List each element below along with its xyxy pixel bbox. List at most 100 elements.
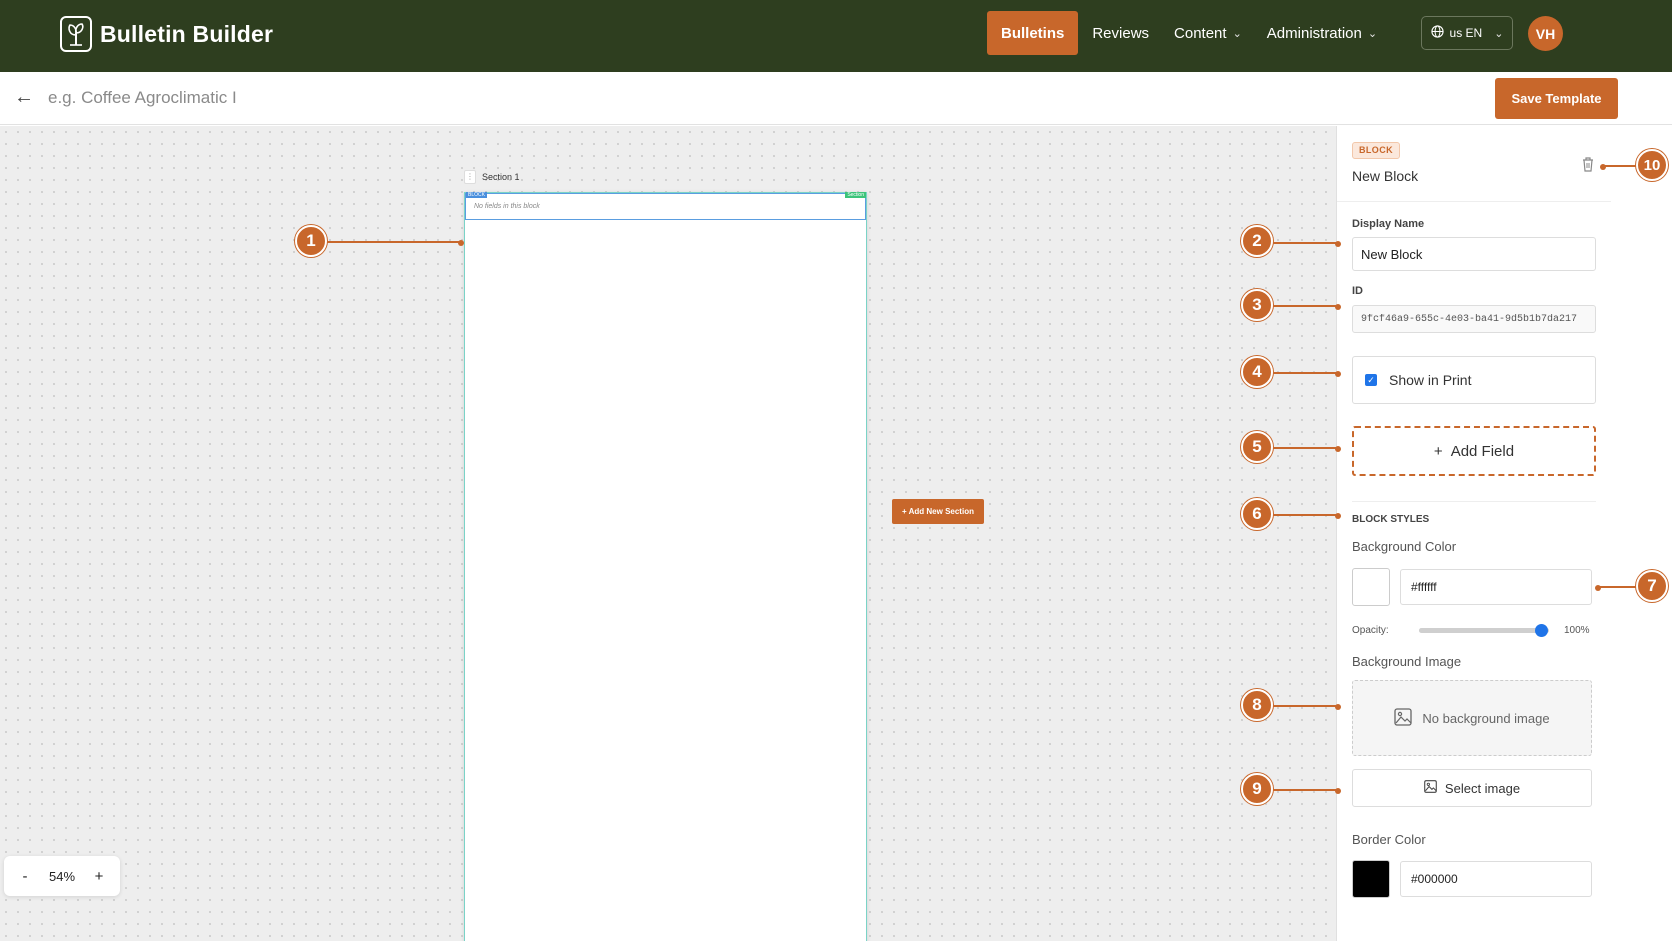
back-arrow-icon[interactable]: ← — [12, 86, 36, 110]
nav-item-label: Bulletins — [1001, 24, 1065, 42]
plus-icon: + — [1433, 442, 1443, 460]
plant-leaf-icon — [60, 16, 92, 52]
show-in-print-label: Show in Print — [1389, 372, 1472, 388]
callout-line — [1273, 242, 1338, 244]
zoom-level: 54% — [48, 868, 76, 884]
nav-item-bulletins[interactable]: Bulletins — [987, 11, 1079, 55]
block-properties-panel: BLOCK New Block Display Name ID ✓ Show i… — [1336, 126, 1611, 941]
opacity-label: Opacity: — [1352, 625, 1389, 636]
callout-line — [1273, 372, 1338, 374]
opacity-slider-fill — [1419, 628, 1549, 633]
nav-item-reviews[interactable]: Reviews — [1092, 11, 1149, 55]
drag-handle-icon[interactable]: ⋮ — [464, 170, 476, 184]
callout-dot — [1595, 585, 1601, 591]
design-canvas[interactable]: ⋮ Section 1 BLOCK Section No fields in t… — [0, 126, 1336, 941]
id-label: ID — [1352, 285, 1363, 297]
section-title: Section 1 — [482, 172, 520, 182]
callout-badge: 8 — [1241, 689, 1273, 721]
section-page[interactable]: BLOCK Section No fields in this block — [464, 192, 867, 941]
nav-item-label: Content — [1174, 24, 1227, 42]
empty-block-message: No fields in this block — [474, 203, 540, 210]
nav-item-label: Administration — [1266, 24, 1362, 42]
callout-dot — [1335, 241, 1341, 247]
image-icon — [1394, 707, 1413, 729]
show-in-print-checkbox[interactable]: ✓ — [1365, 374, 1377, 386]
chevron-down-icon: ⌄ — [1494, 27, 1504, 40]
nav-item-administration[interactable]: Administration ⌄ — [1267, 11, 1377, 55]
zoom-out-button[interactable]: - — [18, 868, 32, 885]
language-label: us EN — [1449, 26, 1483, 40]
template-title-input[interactable] — [48, 82, 468, 114]
panel-header: BLOCK New Block — [1337, 126, 1611, 202]
trash-icon[interactable] — [1581, 156, 1597, 172]
border-color-swatch[interactable] — [1352, 860, 1390, 898]
opacity-value: 100% — [1564, 625, 1590, 636]
callout-badge: 9 — [1241, 773, 1273, 805]
display-name-label: Display Name — [1352, 218, 1425, 230]
no-background-image-text: No background image — [1422, 710, 1550, 726]
nav-item-label: Reviews — [1092, 24, 1150, 42]
display-name-input[interactable] — [1352, 237, 1596, 271]
block-tag: BLOCK — [466, 192, 487, 198]
app-title: Bulletin Builder — [100, 20, 274, 47]
callout-dot — [1335, 371, 1341, 377]
callout-badge: 3 — [1241, 289, 1273, 321]
background-color-input[interactable] — [1400, 569, 1592, 605]
callout-dot — [1600, 164, 1606, 170]
globe-icon — [1430, 25, 1444, 41]
image-icon — [1424, 780, 1437, 796]
background-image-label: Background Image — [1352, 654, 1462, 669]
add-field-button[interactable]: + Add Field — [1352, 426, 1596, 476]
callout-dot — [1335, 446, 1341, 452]
show-in-print-option[interactable]: ✓ Show in Print — [1352, 356, 1596, 404]
zoom-control: - 54% + — [4, 856, 120, 896]
callout-line — [1598, 586, 1638, 588]
callout-line — [1273, 447, 1338, 449]
add-new-section-button[interactable]: + Add New Section — [892, 499, 984, 524]
block-styles-heading: BLOCK STYLES — [1352, 514, 1430, 525]
callout-line — [1273, 305, 1338, 307]
select-image-label: Select image — [1444, 780, 1521, 796]
callout-line — [1273, 514, 1338, 516]
callout-badge: 2 — [1241, 225, 1273, 257]
id-field[interactable] — [1352, 305, 1596, 333]
nav-menu: Bulletins Reviews Content ⌄ Administrati… — [987, 11, 1377, 55]
section-tag: Section — [845, 192, 866, 198]
opacity-slider-thumb[interactable] — [1535, 624, 1548, 637]
add-field-label: Add Field — [1450, 442, 1515, 460]
callout-badge: 4 — [1241, 356, 1273, 388]
zoom-in-button[interactable]: + — [92, 868, 106, 885]
chevron-down-icon: ⌄ — [1232, 27, 1242, 40]
top-nav-bar: Bulletin Builder Bulletins Reviews Conte… — [0, 0, 1672, 72]
callout-badge: 7 — [1636, 570, 1668, 602]
divider — [1352, 501, 1596, 502]
template-toolbar: ← Save Template — [0, 72, 1672, 125]
user-avatar[interactable]: VH — [1528, 16, 1563, 51]
callout-dot — [1335, 704, 1341, 710]
save-template-button[interactable]: Save Template — [1495, 78, 1618, 119]
select-image-button[interactable]: Select image — [1352, 769, 1592, 807]
background-color-swatch[interactable] — [1352, 568, 1390, 606]
callout-badge: 1 — [295, 225, 327, 257]
callout-badge: 5 — [1241, 431, 1273, 463]
callout-dot — [1335, 304, 1341, 310]
callout-badge: 10 — [1636, 149, 1668, 181]
opacity-slider[interactable] — [1419, 624, 1549, 637]
block-type-badge: BLOCK — [1352, 142, 1400, 159]
background-color-label: Background Color — [1352, 539, 1457, 554]
callout-line — [1273, 705, 1338, 707]
language-selector[interactable]: us EN ⌄ — [1421, 16, 1513, 50]
brand[interactable]: Bulletin Builder — [60, 16, 273, 52]
callout-line — [1603, 165, 1638, 167]
section-header[interactable]: ⋮ Section 1 — [464, 170, 520, 184]
block-name-heading: New Block — [1352, 168, 1419, 184]
callout-line — [1273, 789, 1338, 791]
callout-badge: 6 — [1241, 498, 1273, 530]
callout-dot — [1335, 513, 1341, 519]
border-color-input[interactable] — [1400, 861, 1592, 897]
callout-dot — [458, 240, 464, 246]
selected-block[interactable]: BLOCK Section No fields in this block — [465, 192, 866, 220]
border-color-label: Border Color — [1352, 832, 1426, 847]
chevron-down-icon: ⌄ — [1367, 27, 1378, 40]
nav-item-content[interactable]: Content ⌄ — [1174, 11, 1242, 55]
